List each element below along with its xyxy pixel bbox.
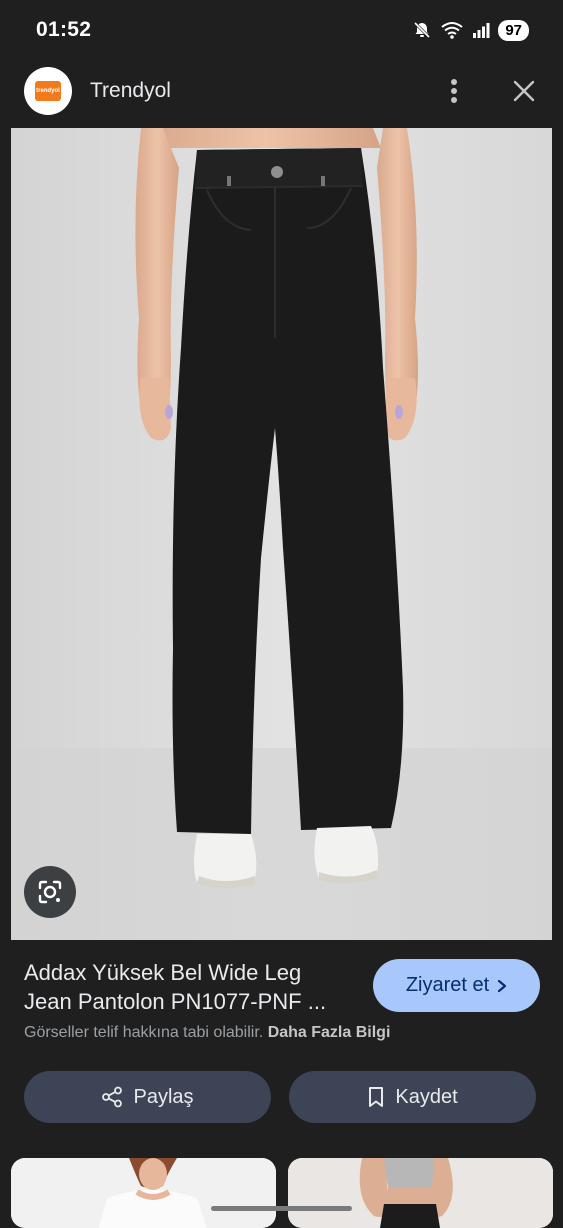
more-vert-icon [451,79,457,103]
visit-button[interactable]: Ziyaret et [373,959,540,1012]
status-icons: 97 [412,19,529,41]
clock: 01:52 [36,18,92,41]
site-name: Trendyol [90,79,171,102]
related-image-1-photo [11,1158,276,1228]
home-indicator[interactable] [211,1206,352,1211]
result-title[interactable]: Addax Yüksek Bel Wide Leg Jean Pantolon … [24,958,354,1016]
more-info-link[interactable]: Daha Fazla Bilgi [268,1024,391,1041]
jeans-photo [11,128,552,940]
battery-icon: 97 [498,19,529,41]
site-logo[interactable]: trendyol [24,67,72,115]
copyright-text: Görseller telif hakkına tabi olabilir. [24,1024,264,1041]
save-button-label: Kaydet [395,1085,458,1108]
copyright-notice: Görseller telif hakkına tabi olabilir. D… [24,1024,390,1042]
visit-button-label: Ziyaret et [405,974,490,996]
share-button-label: Paylaş [133,1085,194,1108]
share-icon [102,1086,123,1108]
result-title-line-2: Jean Pantolon PN1077-PNF ... [24,989,327,1014]
result-title-line-1: Addax Yüksek Bel Wide Leg [24,960,302,985]
lens-icon [38,880,62,904]
more-options-button[interactable] [439,71,469,111]
mute-icon [414,21,431,39]
trendyol-logo-icon: trendyol [35,81,61,101]
signal-icon [473,23,490,38]
related-image-2[interactable] [288,1158,553,1228]
wifi-icon [441,22,463,39]
chevron-right-icon [498,979,507,992]
close-icon [513,80,535,102]
share-button[interactable]: Paylaş [24,1071,271,1123]
save-button[interactable]: Kaydet [289,1071,536,1123]
related-image-2-photo [288,1158,553,1228]
bookmark-icon [369,1087,384,1107]
lens-search-button[interactable] [24,866,76,918]
status-bar: 01:52 97 [0,0,563,60]
related-image-1[interactable] [11,1158,276,1228]
browser-header: trendyol Trendyol [0,60,563,122]
close-button[interactable] [509,71,539,111]
product-image[interactable] [11,128,552,940]
